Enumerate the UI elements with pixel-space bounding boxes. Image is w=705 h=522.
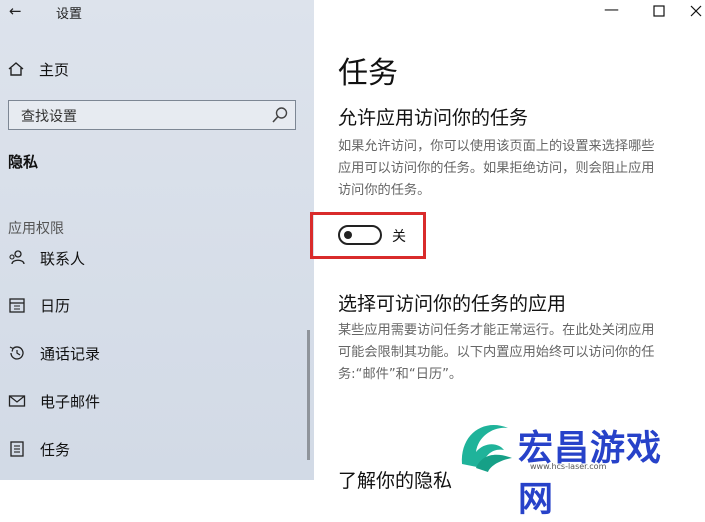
section-heading-allow-access: 允许应用访问你的任务 xyxy=(338,107,529,129)
close-icon[interactable] xyxy=(690,5,702,17)
section-description-allow-access: 如果允许访问，你可以使用该页面上的设置来选择哪些 应用可以访问你的任务。如果拒绝… xyxy=(338,136,700,202)
sidebar: ← 设置 主页 查找设置 隐私 应用权限 联系人 日历 通话记录 电子邮件 任务 xyxy=(0,0,314,480)
watermark-text: 宏昌游戏网 xyxy=(518,429,663,520)
back-arrow-icon[interactable]: ← xyxy=(9,2,22,20)
watermark-logo-icon xyxy=(461,425,512,472)
sidebar-item-label: 联系人 xyxy=(40,249,86,268)
sidebar-item-calendar[interactable]: 日历 xyxy=(8,294,70,316)
sidebar-item-label: 通话记录 xyxy=(40,344,101,363)
description-line: 应用可以访问你的任务。如果拒绝访问，则会阻止应用 xyxy=(338,161,655,176)
sidebar-item-home[interactable]: 主页 xyxy=(7,58,69,80)
watermark: 宏昌游戏网 www.hcs-laser.com xyxy=(454,414,694,520)
description-line: 如果允许访问，你可以使用该页面上的设置来选择哪些 xyxy=(338,139,655,154)
maximize-icon[interactable] xyxy=(653,5,665,17)
group-title-app-permissions: 应用权限 xyxy=(8,221,64,237)
main-content: — 任务 允许应用访问你的任务 如果允许访问，你可以使用该页面上的设置来选择哪些… xyxy=(310,0,705,520)
description-line: 可能会限制其功能。以下内置应用始终可以访问你的任 xyxy=(338,345,655,360)
calendar-icon xyxy=(9,298,25,313)
sidebar-item-call-history[interactable]: 通话记录 xyxy=(8,342,100,364)
toggle-state-label: 关 xyxy=(392,229,406,245)
search-input[interactable]: 查找设置 xyxy=(8,100,296,130)
sidebar-item-email[interactable]: 电子邮件 xyxy=(8,390,100,412)
sidebar-item-label: 任务 xyxy=(40,440,71,459)
home-icon xyxy=(8,62,24,76)
description-line: 访问你的任务。 xyxy=(338,183,431,198)
tasks-icon xyxy=(10,441,24,457)
minimize-icon[interactable]: — xyxy=(604,0,619,18)
section-heading-choose-apps: 选择可访问你的任务的应用 xyxy=(338,293,567,315)
sidebar-item-label: 电子邮件 xyxy=(40,392,101,411)
sidebar-scrollbar[interactable] xyxy=(307,330,310,460)
watermark-url: www.hcs-laser.com xyxy=(530,462,607,471)
sidebar-item-label: 主页 xyxy=(39,60,70,79)
mail-icon xyxy=(8,395,26,407)
sidebar-item-tasks[interactable]: 任务 xyxy=(8,438,70,460)
window-title: 设置 xyxy=(56,7,83,22)
section-description-choose-apps: 某些应用需要访问任务才能正常运行。在此处关闭应用 可能会限制其功能。以下内置应用… xyxy=(338,320,700,386)
section-title-privacy: 隐私 xyxy=(8,153,39,171)
search-icon xyxy=(272,107,288,123)
sidebar-item-label: 日历 xyxy=(40,296,71,315)
toggle-knob xyxy=(344,231,352,239)
description-line: 务:“邮件”和“日历”。 xyxy=(338,367,463,382)
search-placeholder: 查找设置 xyxy=(21,109,77,125)
sidebar-item-contacts[interactable]: 联系人 xyxy=(8,247,85,269)
contacts-icon xyxy=(9,250,25,265)
call-history-icon xyxy=(9,346,24,360)
page-title: 任务 xyxy=(338,56,398,91)
access-toggle-switch[interactable] xyxy=(338,225,382,245)
description-line: 某些应用需要访问任务才能正常运行。在此处关闭应用 xyxy=(338,323,655,338)
